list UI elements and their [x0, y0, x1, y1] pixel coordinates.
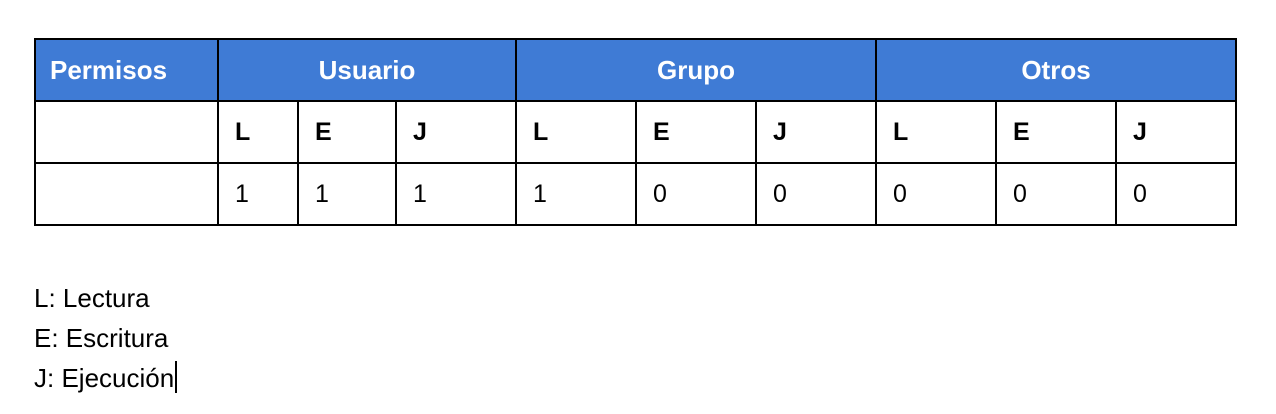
- value-cell[interactable]: 1: [515, 162, 637, 226]
- subheader-cell[interactable]: L: [217, 100, 299, 164]
- subheader-cell[interactable]: L: [515, 100, 637, 164]
- value-cell[interactable]: 1: [395, 162, 517, 226]
- subheader-cell[interactable]: J: [1115, 100, 1237, 164]
- grupo-header-cell[interactable]: Grupo: [515, 38, 877, 102]
- otros-header-cell[interactable]: Otros: [875, 38, 1237, 102]
- legend-line-ejecucion-wrap: J: Ejecución: [34, 358, 178, 398]
- subheader-cell[interactable]: J: [395, 100, 517, 164]
- value-cell[interactable]: 0: [1115, 162, 1237, 226]
- table-row: L E J L E J L E J: [34, 100, 1237, 164]
- empty-cell[interactable]: [34, 100, 219, 164]
- table-row: 1 1 1 1 0 0 0 0 0: [34, 162, 1237, 226]
- text-cursor: [175, 361, 178, 393]
- value-cell[interactable]: 0: [635, 162, 757, 226]
- value-cell[interactable]: 1: [217, 162, 299, 226]
- value-cell[interactable]: 0: [875, 162, 997, 226]
- subheader-cell[interactable]: E: [635, 100, 757, 164]
- legend-line-escritura: E: Escritura: [34, 323, 169, 353]
- empty-cell[interactable]: [34, 162, 219, 226]
- table-header-row: Permisos Usuario Grupo Otros: [34, 38, 1237, 102]
- value-cell[interactable]: 0: [755, 162, 877, 226]
- permisos-header-cell[interactable]: Permisos: [34, 38, 219, 102]
- subheader-cell[interactable]: J: [755, 100, 877, 164]
- usuario-header-cell[interactable]: Usuario: [217, 38, 517, 102]
- subheader-cell[interactable]: L: [875, 100, 997, 164]
- legend-line-ejecucion: J: Ejecución: [34, 363, 175, 393]
- subheader-cell[interactable]: E: [995, 100, 1117, 164]
- value-cell[interactable]: 0: [995, 162, 1117, 226]
- legend-line-lectura: L: Lectura: [34, 283, 150, 313]
- document-page: Permisos Usuario Grupo Otros L E J L E J…: [0, 0, 1276, 414]
- permissions-table: Permisos Usuario Grupo Otros L E J L E J…: [34, 38, 1237, 226]
- value-cell[interactable]: 1: [297, 162, 397, 226]
- legend-text-block[interactable]: L: Lectura E: Escritura J: Ejecución: [34, 278, 178, 398]
- subheader-cell[interactable]: E: [297, 100, 397, 164]
